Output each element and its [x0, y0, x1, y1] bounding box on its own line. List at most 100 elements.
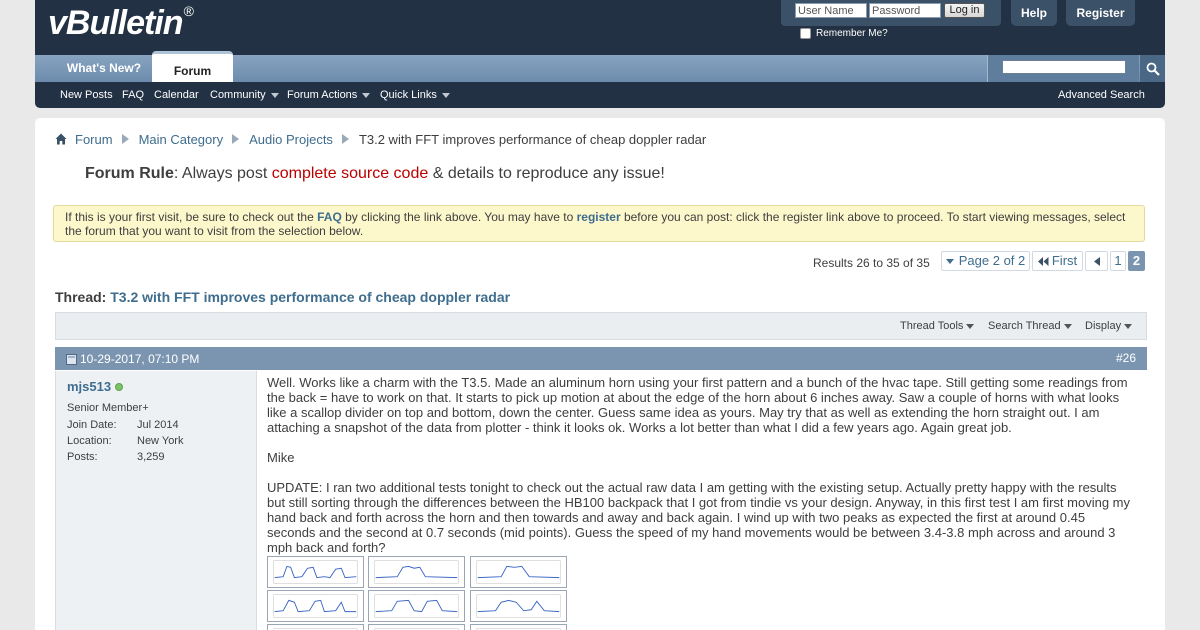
search-input[interactable]: [1002, 60, 1126, 74]
chevron-down-icon: [966, 323, 975, 329]
help-button[interactable]: Help: [1011, 0, 1057, 26]
post-date: 10-29-2017, 07:10 PM: [66, 352, 199, 366]
password-input[interactable]: [869, 3, 941, 18]
search-button[interactable]: [1140, 55, 1165, 82]
subnav-advanced-search[interactable]: Advanced Search: [1058, 82, 1145, 108]
breadcrumb-audio-projects[interactable]: Audio Projects: [249, 132, 333, 147]
subnav-label: Calendar: [154, 89, 199, 101]
attachment-thumbnail[interactable]: [368, 556, 465, 588]
first-page-button[interactable]: First: [1032, 251, 1083, 271]
attachment-thumbnails: [267, 556, 577, 630]
plot-thumbnail-image: [476, 628, 561, 630]
page-1-link[interactable]: 1: [1110, 251, 1126, 271]
main-nav: What's New? Forum: [35, 51, 1165, 82]
login-form: Log in: [781, 0, 1001, 26]
forum-rule-highlight: complete source code: [271, 165, 429, 182]
thread-toolbar: Thread Tools Search Thread Display: [55, 312, 1147, 340]
remember-me[interactable]: Remember Me?: [800, 28, 888, 39]
thread-title-link[interactable]: T3.2 with FFT improves performance of ch…: [110, 289, 510, 305]
site-header: vBulletin ® Log in Remember Me? Help Reg…: [35, 0, 1165, 55]
subnav-label: Advanced Search: [1058, 89, 1145, 101]
breadcrumb-current: T3.2 with FFT improves performance of ch…: [358, 131, 707, 147]
tab-whats-new[interactable]: What's New?: [59, 55, 149, 82]
notice-register-link[interactable]: register: [577, 210, 621, 224]
breadcrumb-forum[interactable]: Forum: [75, 132, 113, 147]
plot-thumbnail-image: [374, 594, 459, 618]
search-thread-menu[interactable]: Search Thread: [988, 320, 1072, 332]
subnav-quick-links[interactable]: Quick Links: [380, 82, 450, 108]
breadcrumb-separator-icon: [232, 134, 240, 144]
attachment-thumbnail[interactable]: [368, 590, 465, 622]
attachment-thumbnail[interactable]: [470, 590, 567, 622]
breadcrumb-separator-icon: [121, 134, 130, 144]
subnav-label: Quick Links: [380, 89, 437, 101]
notice-text: by clicking the link above. You may have…: [341, 210, 577, 224]
attachment-thumbnail[interactable]: [470, 556, 567, 588]
registered-mark: ®: [183, 3, 194, 19]
subnav-label: Community: [210, 89, 266, 101]
subnav-label: Forum Actions: [287, 89, 358, 101]
subnav-calendar[interactable]: Calendar: [154, 82, 199, 108]
chevron-down-icon: [270, 92, 279, 98]
post-number-link[interactable]: #26: [1116, 351, 1136, 365]
plot-thumbnail-image: [374, 560, 459, 584]
plot-thumbnail-image: [273, 594, 358, 618]
thread-tools-menu[interactable]: Thread Tools: [900, 320, 975, 332]
subnav-community[interactable]: Community: [210, 82, 279, 108]
attachment-thumbnail[interactable]: [267, 590, 364, 622]
first-page-icon: [1037, 256, 1049, 266]
logo-text: vBulletin: [48, 4, 184, 42]
remember-me-label: Remember Me?: [816, 28, 888, 39]
post-paragraph: UPDATE: I ran two additional tests tonig…: [267, 480, 1130, 555]
attachment-thumbnail[interactable]: [470, 624, 567, 630]
attachment-thumbnail[interactable]: [368, 624, 465, 630]
vbulletin-logo[interactable]: vBulletin ®: [48, 4, 194, 44]
breadcrumb-main-category[interactable]: Main Category: [139, 132, 224, 147]
username-text: mjs513: [67, 379, 112, 394]
plot-thumbnail-image: [273, 560, 358, 584]
first-page-label: First: [1051, 253, 1078, 268]
forum-rule: Forum Rule: Always post complete source …: [85, 165, 665, 183]
search-box: [987, 55, 1139, 82]
thread-label: Thread:: [55, 289, 107, 305]
notice-faq-link[interactable]: FAQ: [317, 210, 342, 224]
post-body: Well. Works like a charm with the T3.5. …: [267, 375, 1135, 570]
join-date-row: Join Date: Jul 2014: [67, 419, 179, 431]
forum-rule-text-post: & details to reproduce any issue!: [428, 165, 665, 182]
attachment-thumbnail[interactable]: [267, 556, 364, 588]
post-status-icon: [66, 353, 77, 365]
forum-rule-label: Forum Rule: [85, 165, 174, 182]
user-title: Senior Member+: [67, 402, 149, 414]
username-input[interactable]: [795, 3, 867, 18]
posts-label: Posts:: [67, 451, 98, 463]
chevron-left-icon: [1093, 256, 1100, 266]
home-icon[interactable]: [55, 133, 67, 145]
sub-nav: New Posts FAQ Calendar Community Forum A…: [35, 82, 1165, 108]
chevron-down-icon: [441, 92, 450, 98]
breadcrumb: Forum Main Category Audio Projects T3.2 …: [55, 131, 706, 147]
plot-thumbnail-image: [273, 628, 358, 630]
prev-page-button[interactable]: [1085, 251, 1108, 271]
tool-label: Search Thread: [988, 320, 1061, 332]
username[interactable]: mjs513: [67, 379, 124, 394]
page-selector[interactable]: Page 2 of 2: [941, 251, 1030, 271]
post-paragraph: Well. Works like a charm with the T3.5. …: [267, 375, 1128, 435]
tab-forum[interactable]: Forum: [152, 51, 233, 82]
remember-me-checkbox[interactable]: [800, 28, 811, 39]
attachment-thumbnail[interactable]: [267, 624, 364, 630]
display-menu[interactable]: Display: [1085, 320, 1133, 332]
forum-rule-text-pre: : Always post: [173, 165, 272, 182]
chevron-down-icon: [945, 258, 954, 264]
subnav-new-posts[interactable]: New Posts: [60, 82, 113, 108]
register-button[interactable]: Register: [1066, 0, 1135, 26]
subnav-faq[interactable]: FAQ: [122, 82, 144, 108]
page-2-current: 2: [1128, 251, 1145, 271]
post-paragraph: Mike: [267, 450, 295, 465]
plot-thumbnail-image: [374, 628, 459, 630]
login-button[interactable]: Log in: [944, 3, 985, 18]
first-visit-notice: If this is your first visit, be sure to …: [53, 205, 1145, 242]
subnav-forum-actions[interactable]: Forum Actions: [287, 82, 371, 108]
join-date-value: Jul 2014: [137, 419, 179, 431]
results-count: Results 26 to 35 of 35: [813, 256, 930, 270]
tool-label: Thread Tools: [900, 320, 964, 332]
